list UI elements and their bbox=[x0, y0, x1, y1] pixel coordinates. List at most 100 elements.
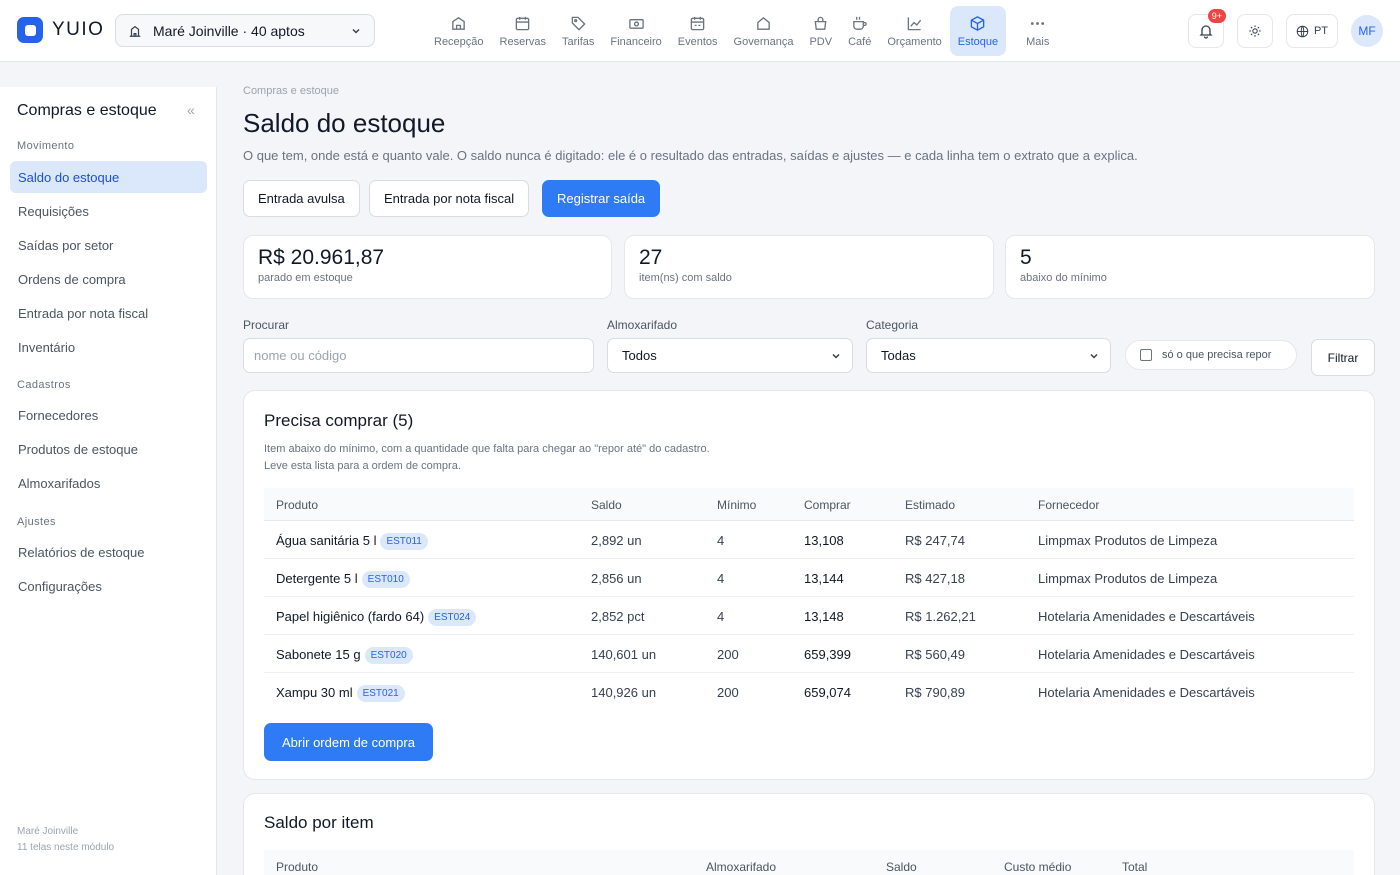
estimated-cell: R$ 247,74 bbox=[905, 533, 965, 548]
language-button[interactable]: PT bbox=[1286, 14, 1338, 48]
filter-button[interactable]: Filtrar bbox=[1311, 339, 1375, 376]
nav-label: Café bbox=[848, 35, 872, 48]
sidebar-item-fornecedores[interactable]: Fornecedores bbox=[10, 399, 207, 431]
column-header[interactable]: Saldo bbox=[886, 860, 917, 874]
restock-only-toggle[interactable]: só o que precisa repor bbox=[1125, 340, 1297, 370]
sidebar-item-inventario[interactable]: Inventário bbox=[10, 331, 207, 363]
nav-financeiro[interactable]: Financeiro bbox=[602, 6, 669, 56]
entrada-nota-fiscal-button[interactable]: Entrada por nota fiscal bbox=[369, 180, 530, 217]
table-row[interactable]: Água sanitária 5 l EST011 2,892 un 4 13,1… bbox=[264, 521, 1354, 559]
table-row[interactable]: Detergente 5 l EST010 2,856 un 4 13,144 R… bbox=[264, 559, 1354, 597]
search-input[interactable] bbox=[243, 338, 594, 373]
restock-only-label: só o que precisa repor bbox=[1162, 349, 1272, 361]
collapse-sidebar-icon[interactable]: « bbox=[187, 102, 195, 118]
column-header[interactable]: Saldo bbox=[591, 498, 622, 512]
nav-governanca[interactable]: Governança bbox=[726, 6, 802, 56]
supplier-cell: Hotelaria Amenidades e Descartáveis bbox=[1038, 685, 1255, 700]
sidebar-item-entrada-nf[interactable]: Entrada por nota fiscal bbox=[10, 297, 207, 329]
nav-orcamento[interactable]: Orçamento bbox=[879, 6, 949, 56]
sidebar-item-saidas-setor[interactable]: Saídas por setor bbox=[10, 229, 207, 261]
supplier-cell: Limpmax Produtos de Limpeza bbox=[1038, 571, 1218, 586]
balance-cell: 2,852 pct bbox=[591, 609, 645, 624]
product-code-badge: EST024 bbox=[428, 609, 477, 626]
nav-eventos[interactable]: Eventos bbox=[670, 6, 726, 56]
main-nav: Recepção Reservas Tarifas Financeiro Eve… bbox=[426, 6, 1069, 56]
product-name: Papel higiênico (fardo 64) bbox=[276, 609, 425, 624]
nav-tarifas[interactable]: Tarifas bbox=[554, 6, 602, 56]
table-row[interactable]: Papel higiênico (fardo 64) EST024 2,852 p… bbox=[264, 597, 1354, 635]
entrada-avulsa-button[interactable]: Entrada avulsa bbox=[243, 180, 360, 217]
buy-cell: 13,148 bbox=[804, 609, 844, 624]
nav-recepcao[interactable]: Recepção bbox=[426, 6, 492, 56]
table-header: Produto Saldo Mínimo Comprar Estimado Fo… bbox=[264, 488, 1354, 521]
tag-icon bbox=[571, 16, 586, 31]
globe-icon bbox=[1296, 25, 1309, 37]
nav-estoque[interactable]: Estoque bbox=[949, 6, 1007, 56]
notification-badge: 9+ bbox=[1207, 9, 1226, 23]
column-header[interactable]: Custo médio bbox=[1004, 860, 1071, 874]
column-header[interactable]: Almoxarifado bbox=[706, 860, 776, 874]
registrar-saida-button[interactable]: Registrar saída bbox=[542, 180, 661, 217]
nav-pdv[interactable]: PDV bbox=[801, 6, 840, 56]
column-header[interactable]: Produto bbox=[276, 498, 318, 512]
sidebar-item-configuracoes[interactable]: Configurações bbox=[10, 570, 207, 602]
table-row[interactable]: Xampu 30 ml EST021 140,926 un 200 659,074… bbox=[264, 673, 1354, 711]
product-code-badge: EST021 bbox=[356, 685, 405, 702]
chevron-down-icon bbox=[1088, 350, 1100, 362]
search-label: Procurar bbox=[243, 318, 290, 332]
card-description-line: Item abaixo do mínimo, com a quantidade … bbox=[264, 443, 710, 455]
sidebar-item-saldo-estoque[interactable]: Saldo do estoque bbox=[10, 161, 207, 193]
logo-mark-icon bbox=[17, 17, 43, 43]
column-header[interactable]: Produto bbox=[276, 860, 318, 874]
balance-cell: 140,926 un bbox=[591, 685, 657, 700]
column-header[interactable]: Fornecedor bbox=[1038, 498, 1099, 512]
property-selector[interactable]: Maré Joinville · 40 aptos bbox=[115, 14, 375, 47]
purchase-table: Produto Saldo Mínimo Comprar Estimado Fo… bbox=[264, 488, 1354, 716]
nav-label: PDV bbox=[809, 35, 833, 48]
category-select[interactable]: Todas bbox=[866, 338, 1111, 373]
product-name: Xampu 30 ml bbox=[276, 685, 353, 700]
nav-reservas[interactable]: Reservas bbox=[492, 6, 554, 56]
calendar-icon bbox=[515, 16, 530, 30]
chevron-down-icon bbox=[350, 25, 362, 37]
column-header[interactable]: Comprar bbox=[804, 498, 851, 512]
nav-label: Eventos bbox=[677, 35, 718, 48]
checkbox[interactable] bbox=[1140, 349, 1152, 361]
column-header[interactable]: Mínimo bbox=[717, 498, 756, 512]
user-avatar[interactable]: MF bbox=[1351, 15, 1383, 47]
house-icon bbox=[757, 16, 770, 30]
notifications-button[interactable]: 9+ bbox=[1188, 9, 1226, 48]
purchase-needed-card: Precisa comprar (5) Item abaixo do mínim… bbox=[243, 390, 1375, 780]
sidebar-item-relatorios[interactable]: Relatórios de estoque bbox=[10, 536, 207, 568]
balance-cell: 2,856 un bbox=[591, 571, 642, 586]
stat-label: parado em estoque bbox=[258, 272, 353, 284]
open-purchase-order-button[interactable]: Abrir ordem de compra bbox=[264, 723, 433, 761]
nav-label: Mais bbox=[1026, 35, 1050, 48]
nav-label: Financeiro bbox=[610, 35, 662, 48]
sidebar-item-almoxarifados[interactable]: Almoxarifados bbox=[10, 467, 207, 499]
column-header[interactable]: Estimado bbox=[905, 498, 955, 512]
column-header[interactable]: Total bbox=[1122, 860, 1147, 874]
sidebar-item-ordens-compra[interactable]: Ordens de compra bbox=[10, 263, 207, 295]
table-row[interactable]: Sabonete 15 g EST020 140,601 un 200 659,3… bbox=[264, 635, 1354, 673]
sidebar-section-cadastros: Cadastros bbox=[17, 379, 71, 391]
sidebar-item-requisicoes[interactable]: Requisições bbox=[10, 195, 207, 227]
minimum-cell: 200 bbox=[717, 685, 739, 700]
nav-cafe[interactable]: Café bbox=[840, 6, 879, 56]
supplier-cell: Hotelaria Amenidades e Descartáveis bbox=[1038, 647, 1255, 662]
sidebar-item-produtos-estoque[interactable]: Produtos de estoque bbox=[10, 433, 207, 465]
box-icon bbox=[971, 15, 985, 31]
card-description-line: Leve esta lista para a ordem de compra. bbox=[264, 460, 461, 472]
breadcrumb[interactable]: Compras e estoque bbox=[243, 85, 339, 97]
app-logo[interactable]: YUIO bbox=[17, 17, 104, 43]
chevron-down-icon bbox=[830, 350, 842, 362]
event-calendar-icon bbox=[690, 16, 705, 30]
warehouse-select[interactable]: Todos bbox=[607, 338, 853, 373]
estimated-cell: R$ 427,18 bbox=[905, 571, 965, 586]
product-code-badge: EST010 bbox=[361, 571, 410, 588]
nav-label: Tarifas bbox=[562, 35, 595, 48]
theme-toggle-button[interactable] bbox=[1237, 14, 1273, 48]
card-title: Saldo por item bbox=[264, 813, 374, 832]
nav-mais[interactable]: Mais bbox=[1006, 6, 1069, 56]
buy-cell: 13,144 bbox=[804, 571, 844, 586]
